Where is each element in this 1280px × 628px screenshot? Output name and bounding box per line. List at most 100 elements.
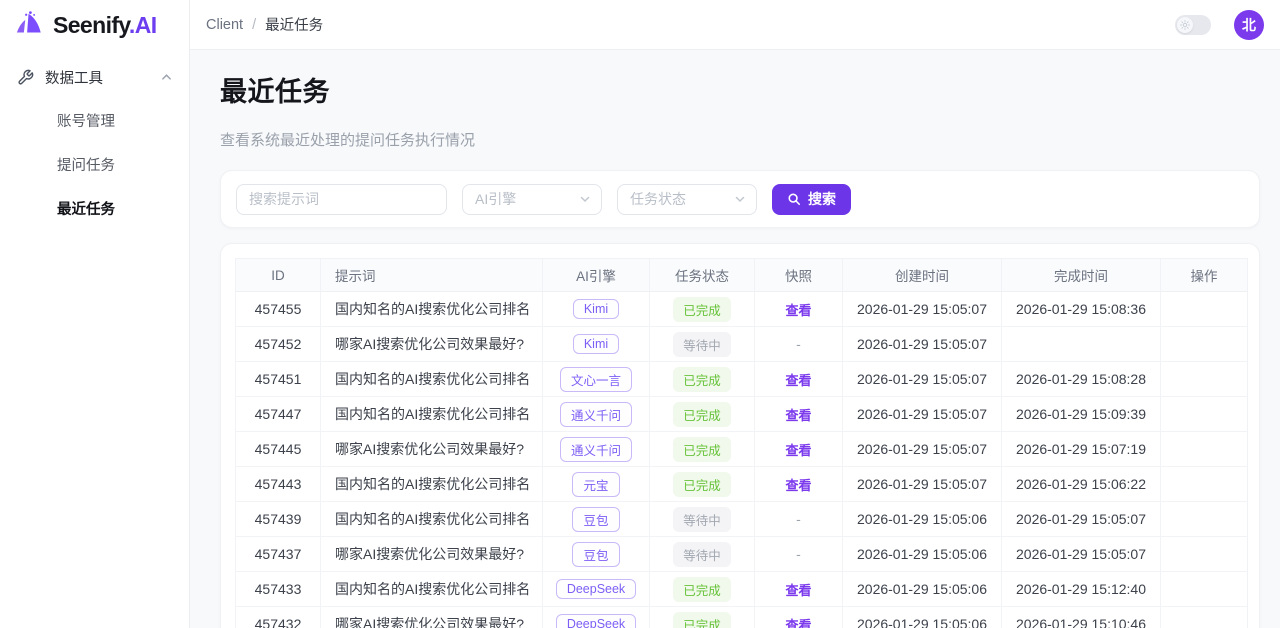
view-snapshot-link[interactable]: 查看 [785, 303, 811, 318]
tasks-table-card: ID提示词AI引擎任务状态快照创建时间完成时间操作 457455 国内知名的AI… [220, 243, 1260, 628]
cell-id: 457445 [236, 432, 321, 467]
view-snapshot-link[interactable]: 查看 [785, 373, 811, 388]
cell-prompt: 哪家AI搜索优化公司效果最好? [321, 327, 543, 362]
sidebar-item-account-management[interactable]: 账号管理 [0, 100, 189, 144]
chevron-down-icon [734, 193, 746, 205]
cell-snapshot: - [755, 537, 843, 572]
search-button-label: 搜索 [808, 189, 836, 209]
cell-created: 2026-01-29 15:05:06 [843, 572, 1002, 607]
cell-finished: 2026-01-29 15:06:22 [1002, 467, 1161, 502]
cell-status: 已完成 [650, 397, 755, 432]
snapshot-empty: - [796, 336, 801, 352]
column-header-2: AI引擎 [543, 259, 650, 292]
magnifier-icon [787, 192, 801, 206]
status-badge: 已完成 [673, 367, 731, 392]
status-select-value: 任务状态 [630, 189, 686, 209]
column-header-4: 快照 [755, 259, 843, 292]
cell-finished: 2026-01-29 15:08:28 [1002, 362, 1161, 397]
cell-created: 2026-01-29 15:05:07 [843, 362, 1002, 397]
cell-status: 已完成 [650, 292, 755, 327]
sidebar-group-data-tools[interactable]: 数据工具 [0, 54, 189, 100]
search-button[interactable]: 搜索 [772, 184, 851, 215]
page-subtitle: 查看系统最近处理的提问任务执行情况 [220, 129, 1260, 150]
cell-finished: 2026-01-29 15:07:19 [1002, 432, 1161, 467]
breadcrumb-separator: / [252, 17, 256, 33]
cell-id: 457439 [236, 502, 321, 537]
status-badge: 等待中 [673, 507, 731, 532]
engine-select-value: AI引擎 [475, 189, 516, 209]
column-header-3: 任务状态 [650, 259, 755, 292]
view-snapshot-link[interactable]: 查看 [785, 443, 811, 458]
cell-engine: 元宝 [543, 467, 650, 502]
cell-engine: Kimi [543, 292, 650, 327]
user-avatar[interactable]: 北 [1234, 10, 1264, 40]
cell-created: 2026-01-29 15:05:06 [843, 607, 1002, 628]
view-snapshot-link[interactable]: 查看 [785, 618, 811, 628]
cell-id: 457455 [236, 292, 321, 327]
cell-finished [1002, 327, 1161, 362]
wrench-icon [17, 69, 34, 86]
cell-engine: DeepSeek [543, 572, 650, 607]
status-badge: 已完成 [673, 472, 731, 497]
cell-id: 457447 [236, 397, 321, 432]
cell-created: 2026-01-29 15:05:07 [843, 292, 1002, 327]
cell-actions [1161, 432, 1248, 467]
cell-snapshot: 查看 [755, 467, 843, 502]
status-select[interactable]: 任务状态 [617, 184, 757, 215]
cell-engine: 文心一言 [543, 362, 650, 397]
cell-engine: 通义千问 [543, 432, 650, 467]
cell-status: 等待中 [650, 537, 755, 572]
engine-select[interactable]: AI引擎 [462, 184, 602, 215]
cell-prompt: 国内知名的AI搜索优化公司排名 [321, 397, 543, 432]
cell-id: 457443 [236, 467, 321, 502]
status-badge: 已完成 [673, 612, 731, 628]
engine-badge: 通义千问 [560, 402, 632, 427]
brand-logo[interactable]: Seenify.AI [0, 0, 189, 50]
cell-id: 457433 [236, 572, 321, 607]
topbar: Client / 最近任务 北 [190, 0, 1280, 50]
cell-actions [1161, 467, 1248, 502]
chevron-down-icon [579, 193, 591, 205]
cell-id: 457437 [236, 537, 321, 572]
theme-toggle[interactable] [1175, 15, 1211, 35]
cell-prompt: 哪家AI搜索优化公司效果最好? [321, 432, 543, 467]
view-snapshot-link[interactable]: 查看 [785, 478, 811, 493]
cell-finished: 2026-01-29 15:08:36 [1002, 292, 1161, 327]
engine-badge: Kimi [573, 299, 619, 319]
cell-snapshot: 查看 [755, 607, 843, 628]
engine-badge: 豆包 [572, 542, 619, 567]
table-row: 457451 国内知名的AI搜索优化公司排名 文心一言 已完成 查看 2026-… [236, 362, 1248, 397]
status-badge: 已完成 [673, 402, 731, 427]
theme-toggle-knob [1177, 17, 1193, 33]
cell-actions [1161, 327, 1248, 362]
cell-status: 已完成 [650, 607, 755, 628]
cell-status: 已完成 [650, 432, 755, 467]
cell-created: 2026-01-29 15:05:06 [843, 537, 1002, 572]
engine-badge: 豆包 [572, 507, 619, 532]
engine-badge: 文心一言 [560, 367, 632, 392]
engine-badge: 元宝 [572, 472, 619, 497]
cell-id: 457452 [236, 327, 321, 362]
table-row: 457437 哪家AI搜索优化公司效果最好? 豆包 等待中 - 2026-01-… [236, 537, 1248, 572]
engine-badge: DeepSeek [556, 614, 636, 628]
column-header-7: 操作 [1161, 259, 1248, 292]
view-snapshot-link[interactable]: 查看 [785, 408, 811, 423]
engine-badge: 通义千问 [560, 437, 632, 462]
cell-engine: Kimi [543, 327, 650, 362]
breadcrumb-root[interactable]: Client [206, 17, 243, 33]
cell-created: 2026-01-29 15:05:07 [843, 432, 1002, 467]
cell-engine: 豆包 [543, 537, 650, 572]
cell-finished: 2026-01-29 15:09:39 [1002, 397, 1161, 432]
engine-badge: DeepSeek [556, 579, 636, 599]
cell-prompt: 哪家AI搜索优化公司效果最好? [321, 607, 543, 628]
cell-created: 2026-01-29 15:05:06 [843, 502, 1002, 537]
table-row: 457439 国内知名的AI搜索优化公司排名 豆包 等待中 - 2026-01-… [236, 502, 1248, 537]
cell-snapshot: 查看 [755, 432, 843, 467]
cell-finished: 2026-01-29 15:10:46 [1002, 607, 1161, 628]
sidebar-item-recent-tasks[interactable]: 最近任务 [0, 188, 189, 232]
sailboat-icon [14, 11, 44, 39]
cell-status: 等待中 [650, 327, 755, 362]
sidebar-item-question-tasks[interactable]: 提问任务 [0, 144, 189, 188]
search-input[interactable] [236, 184, 447, 215]
view-snapshot-link[interactable]: 查看 [785, 583, 811, 598]
